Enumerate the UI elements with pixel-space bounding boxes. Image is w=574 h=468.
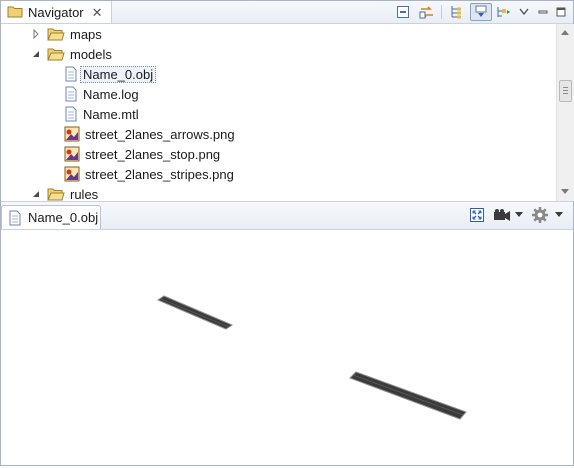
navigator-header: Navigator ✕ bbox=[1, 1, 573, 24]
tree-item-label: Name_0.obj bbox=[80, 65, 157, 83]
tree-item-label: maps bbox=[70, 26, 102, 42]
file-icon bbox=[64, 66, 78, 82]
tree-item-maps[interactable]: maps bbox=[31, 24, 102, 44]
scroll-down-icon[interactable] bbox=[561, 189, 569, 194]
maximize-icon[interactable] bbox=[552, 3, 570, 21]
folder-open-icon bbox=[47, 47, 65, 61]
camera-icon[interactable] bbox=[492, 206, 512, 224]
app-window: Navigator ✕ maps models Name_0.obj Name.… bbox=[0, 0, 574, 466]
settings-dropdown-icon[interactable] bbox=[553, 206, 565, 224]
street-segment-1 bbox=[156, 295, 234, 330]
tree-item-label: rules bbox=[70, 186, 99, 202]
filter-icon[interactable] bbox=[470, 3, 492, 21]
camera-dropdown-icon[interactable] bbox=[513, 206, 525, 224]
tree-item-name-log[interactable]: Name.log bbox=[64, 84, 139, 104]
editor-tab-label: Name_0.obj bbox=[28, 210, 99, 225]
image-file-icon bbox=[64, 126, 80, 142]
expand-icon[interactable] bbox=[31, 29, 41, 39]
navigator-title: Navigator bbox=[28, 4, 84, 20]
link-with-editor-icon[interactable] bbox=[418, 3, 436, 21]
tree-layout-icon[interactable] bbox=[447, 3, 465, 21]
editor-tab-name-0-obj[interactable]: Name_0.obj bbox=[1, 205, 101, 229]
collapse-all-icon[interactable] bbox=[394, 3, 412, 21]
tree-item-label: street_2lanes_stop.png bbox=[85, 146, 221, 162]
minimize-icon[interactable] bbox=[534, 3, 552, 21]
tree-item-name-mtl[interactable]: Name.mtl bbox=[64, 104, 139, 124]
3d-viewport[interactable] bbox=[1, 230, 573, 465]
file-icon bbox=[64, 86, 78, 102]
file-icon bbox=[8, 210, 22, 226]
tree-scrollbar[interactable] bbox=[556, 24, 574, 201]
file-icon bbox=[64, 106, 78, 122]
collapse-icon[interactable] bbox=[31, 49, 41, 59]
tree-item-label: street_2lanes_arrows.png bbox=[85, 126, 235, 142]
settings-gear-icon[interactable] bbox=[531, 206, 549, 224]
tree-item-label: Name.mtl bbox=[83, 106, 139, 122]
fit-view-icon[interactable] bbox=[468, 206, 486, 224]
tree-item-street-arrows[interactable]: street_2lanes_arrows.png bbox=[64, 124, 235, 144]
tree-item-rules[interactable]: rules bbox=[31, 184, 98, 201]
folder-open-icon bbox=[47, 187, 65, 201]
show-hierarchy-icon[interactable] bbox=[494, 3, 512, 21]
tree-item-name-0-obj[interactable]: Name_0.obj bbox=[64, 64, 157, 84]
collapse-icon[interactable] bbox=[31, 189, 41, 199]
folder-icon bbox=[47, 27, 65, 41]
tree-item-label: models bbox=[70, 46, 112, 62]
image-file-icon bbox=[64, 166, 80, 182]
image-file-icon bbox=[64, 146, 80, 162]
tree-item-label: street_2lanes_stripes.png bbox=[85, 166, 234, 182]
navigator-folder-icon bbox=[7, 4, 23, 21]
tree-item-models[interactable]: models bbox=[31, 44, 112, 64]
editor-header: Name_0.obj bbox=[1, 202, 573, 230]
street-segment-2 bbox=[349, 371, 467, 420]
close-icon[interactable]: ✕ bbox=[92, 6, 103, 19]
tree-item-street-stripes[interactable]: street_2lanes_stripes.png bbox=[64, 164, 234, 184]
scroll-up-icon[interactable] bbox=[561, 30, 569, 35]
navigator-tree: maps models Name_0.obj Name.log Name.mtl… bbox=[1, 24, 556, 201]
navigator-tab[interactable]: Navigator ✕ bbox=[1, 1, 112, 23]
tree-item-street-stop[interactable]: street_2lanes_stop.png bbox=[64, 144, 220, 164]
tree-item-label: Name.log bbox=[83, 86, 139, 102]
view-menu-icon[interactable] bbox=[515, 3, 533, 21]
scrollbar-thumb[interactable] bbox=[559, 80, 572, 102]
